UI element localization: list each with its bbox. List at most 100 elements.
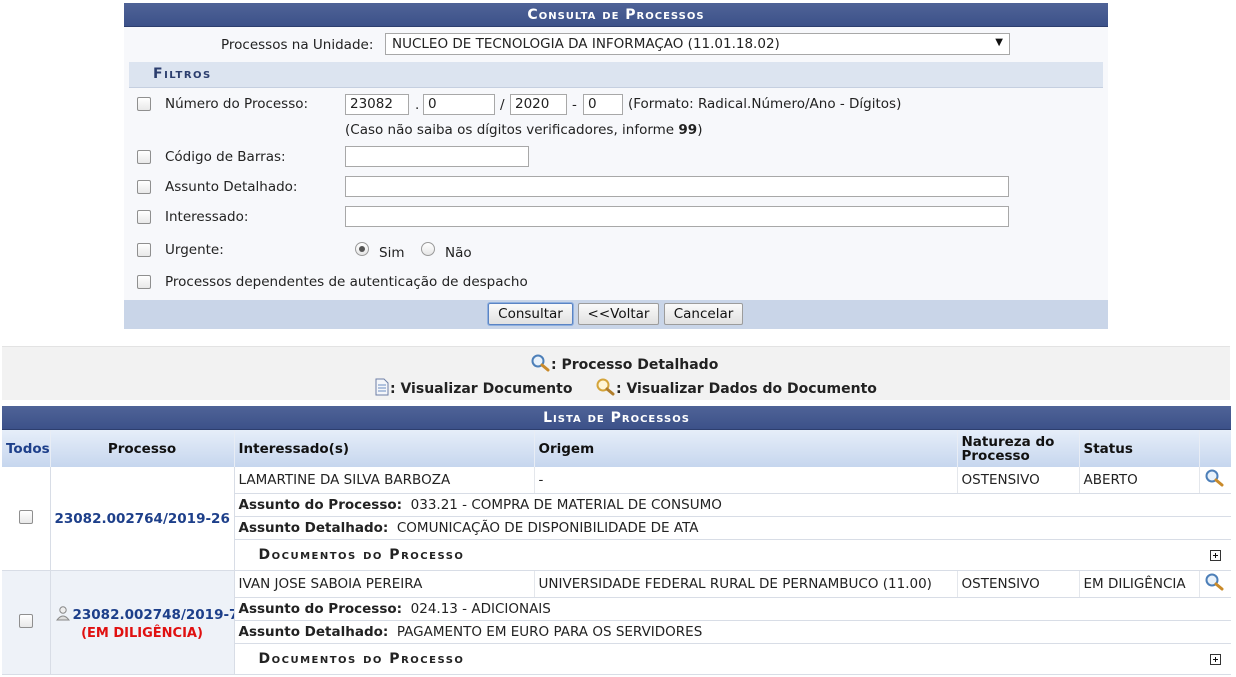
documentos-cell: Documentos do Processo [234,539,1231,571]
assunto-checkbox[interactable] [137,180,151,194]
digitos-hint-suffix: ) [697,122,703,138]
chevron-down-icon: ▼ [995,37,1003,48]
voltar-button[interactable]: <<Voltar [578,303,659,325]
legend-processo-detalhado-text: : Processo Detalhado [551,357,719,373]
slash-separator: / [500,97,505,113]
natureza-cell: OSTENSIVO [957,570,1080,598]
documentos-title: Documentos do Processo [258,651,465,667]
table-row: 23082.002748/2019-70 (EM DILIGÊNCIA) IVA… [2,570,1231,675]
unit-label: Processos na Unidade: [221,37,374,53]
interessado-input[interactable] [345,206,1009,227]
magnifier-icon[interactable] [1205,469,1225,491]
ano-input[interactable]: 2020 [510,94,567,115]
documentos-title: Documentos do Processo [258,547,465,563]
dependentes-row: Processos dependentes de autenticação de… [124,271,1108,299]
natureza-cell: OSTENSIVO [957,467,1080,494]
natureza-header-line2: Processo [961,447,1030,464]
unit-select[interactable]: NUCLEO DE TECNOLOGIA DA INFORMAÇAO (11.0… [385,33,1010,55]
consulta-form: Consulta de Processos Processos na Unida… [124,3,1108,329]
legend: : Processo Detalhado : Visualizar Docume… [2,346,1230,400]
detalhado-cell: Assunto Detalhado: COMUNICAÇÃO DE DISPON… [234,516,1231,540]
actions-header [1199,430,1231,467]
row-checkbox-cell [2,467,51,571]
row-checkbox-cell [2,570,51,675]
status-cell: EM DILIGÊNCIA [1079,570,1200,598]
legend-visualizar-dados: : Visualizar Dados do Documento [596,378,877,400]
legend-visualizar-documento: : Visualizar Documento [374,378,572,400]
digitos-input[interactable]: 0 [583,94,623,115]
document-icon [374,378,390,400]
numero-label: Número do Processo: [165,96,309,112]
status-cell: ABERTO [1079,467,1200,494]
urgente-checkbox[interactable] [137,243,151,257]
natureza-header: Natureza do Processo [957,430,1080,467]
codigo-barras-input[interactable] [345,146,529,167]
dash-separator: - [572,97,577,113]
processo-cell: 23082.002748/2019-70 (EM DILIGÊNCIA) [50,570,235,675]
expand-plus-icon[interactable] [1209,550,1221,561]
origem-header: Origem [534,430,958,467]
consulta-title: Consulta de Processos [124,3,1108,27]
detalhado-label: Assunto Detalhado: [238,624,389,640]
assunto-value: 033.21 - COMPRA DE MATERIAL DE CONSUMO [410,497,722,513]
magnifier-yellow-icon [596,378,616,400]
row-checkbox[interactable] [18,509,33,524]
urgente-nao-radio[interactable] [421,242,435,256]
digitos-hint-text: (Caso não saiba os dígitos verificadores… [345,122,679,138]
status-header: Status [1079,430,1200,467]
detalhar-cell [1199,570,1231,598]
urgente-row: Urgente: Sim Não [124,239,1108,267]
person-icon [55,605,71,625]
row-checkbox[interactable] [18,613,33,628]
lista-title: Lista de Processos [2,406,1231,430]
codigo-barras-row: Código de Barras: [124,146,1108,174]
documentos-cell: Documentos do Processo [234,643,1231,675]
interessado-row: Interessado: [124,206,1108,234]
digitos-hint: (Caso não saiba os dígitos verificadores… [345,122,702,138]
numero-input[interactable]: 0 [423,94,495,115]
urgente-label: Urgente: [165,242,224,258]
interessado-label: Interessado: [165,209,249,225]
dependentes-checkbox[interactable] [137,275,151,289]
unit-select-value: NUCLEO DE TECNOLOGIA DA INFORMAÇAO (11.0… [392,36,780,52]
interessados-header: Interessado(s) [234,430,535,467]
legend-visualizar-documento-text: : Visualizar Documento [390,381,573,397]
cancelar-button[interactable]: Cancelar [664,303,743,325]
numero-checkbox[interactable] [137,97,151,111]
processo-link[interactable]: 23082.002748/2019-70 [73,607,234,623]
interessado-checkbox[interactable] [137,210,151,224]
codigo-barras-label: Código de Barras: [165,149,286,165]
formato-hint: (Formato: Radical.Número/Ano - Dígitos) [628,96,902,112]
consultar-button[interactable]: Consultar [488,303,573,325]
processos-table: Todos Processo Interessado(s) Origem Nat… [2,430,1231,675]
table-header-row: Todos Processo Interessado(s) Origem Nat… [2,430,1231,467]
detalhado-cell: Assunto Detalhado: PAGAMENTO EM EURO PAR… [234,620,1231,644]
filtros-title: Filtros [129,62,1103,88]
processo-header: Processo [50,430,235,467]
diligencia-flag: (EM DILIGÊNCIA) [81,625,203,641]
processo-link[interactable]: 23082.002764/2019-26 [55,511,230,527]
urgente-sim-label: Sim [379,245,405,261]
dot-separator: . [415,97,420,113]
assunto-value: 024.13 - ADICIONAIS [410,601,551,617]
numero-row: Número do Processo: 23082 . 0 / 2020 - 0… [124,93,1108,121]
table-row: 23082.002764/2019-26 LAMARTINE DA SILVA … [2,467,1231,571]
expand-plus-icon[interactable] [1209,654,1221,665]
assunto-cell: Assunto do Processo: 033.21 - COMPRA DE … [234,493,1231,517]
detalhado-value: PAGAMENTO EM EURO PARA OS SERVIDORES [396,624,703,640]
assunto-input[interactable] [345,176,1009,197]
interessado-cell: LAMARTINE DA SILVA BARBOZA [234,467,535,494]
detalhado-value: COMUNICAÇÃO DE DISPONIBILIDADE DE ATA [396,520,699,536]
urgente-sim-radio[interactable] [355,242,369,256]
assunto-label: Assunto do Processo: [238,497,403,513]
magnifier-icon[interactable] [1205,573,1225,595]
origem-cell: UNIVERSIDADE FEDERAL RURAL DE PERNAMBUCO… [534,570,958,598]
radical-input[interactable]: 23082 [345,94,409,115]
assunto-cell: Assunto do Processo: 024.13 - ADICIONAIS [234,597,1231,621]
magnifier-icon [531,354,551,376]
assunto-row: Assunto Detalhado: [124,176,1108,204]
todos-header[interactable]: Todos [2,430,51,467]
processo-cell: 23082.002764/2019-26 [50,467,235,571]
codigo-barras-checkbox[interactable] [137,150,151,164]
dependentes-label: Processos dependentes de autenticação de… [165,274,528,290]
